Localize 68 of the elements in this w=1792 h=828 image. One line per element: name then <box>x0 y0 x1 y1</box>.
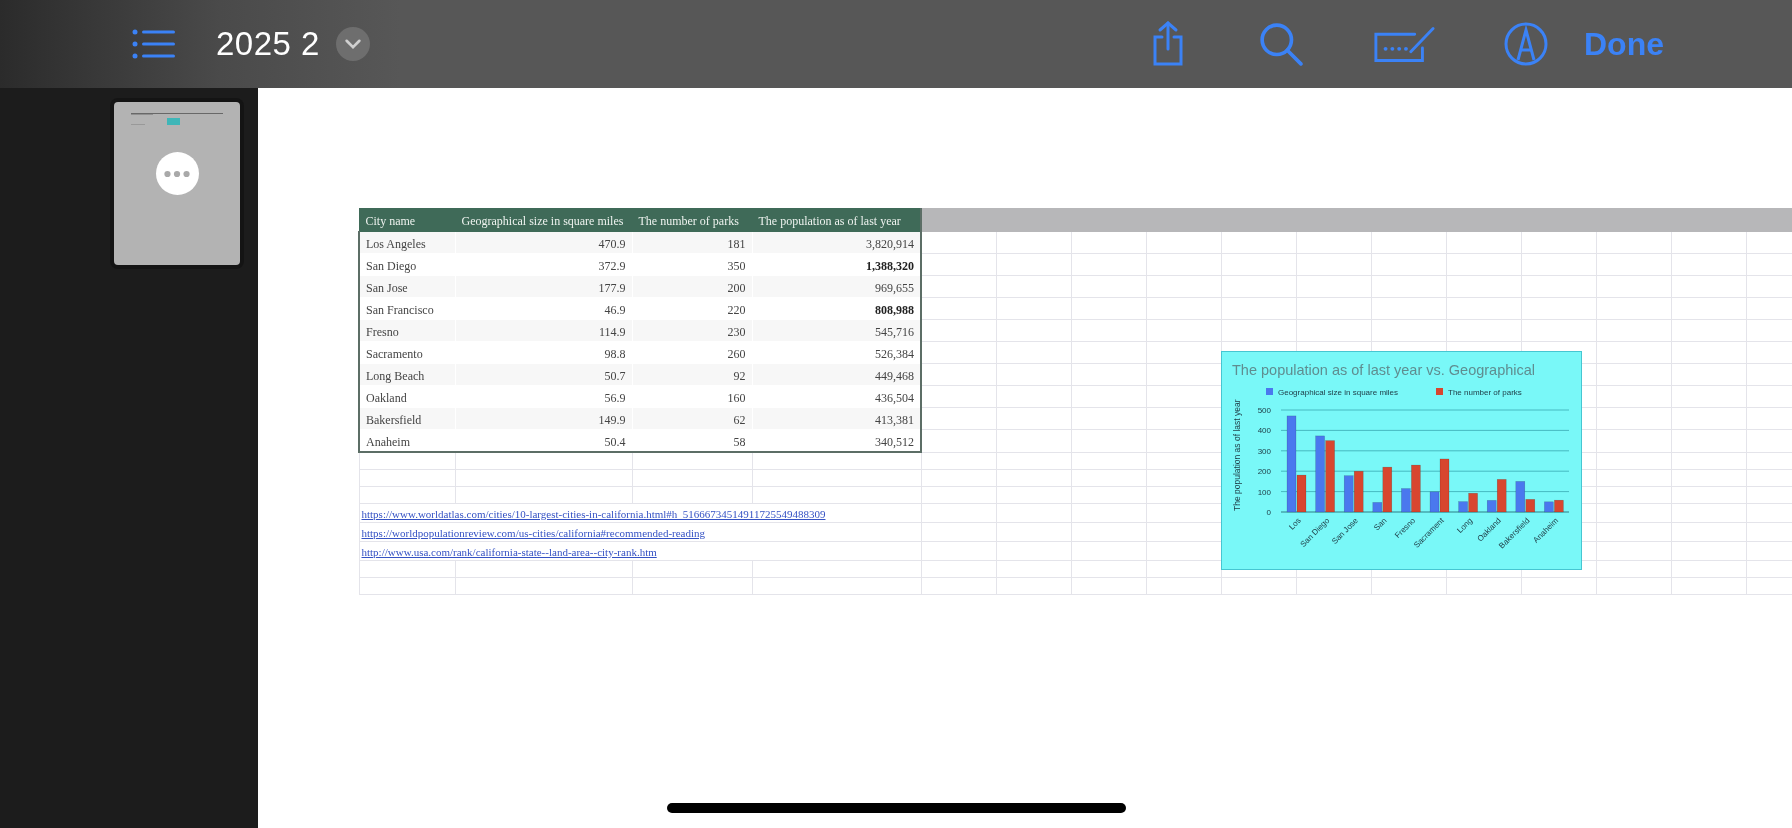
table-cell: 969,655 <box>875 280 914 295</box>
table-cell: 1,388,320 <box>866 258 914 273</box>
table-cell: 470.9 <box>598 236 626 251</box>
table-cell: 220 <box>727 302 746 317</box>
table-cell: 545,716 <box>875 324 914 339</box>
table-cell: 58 <box>733 434 746 449</box>
bar <box>1554 499 1564 513</box>
table-cell: 413,381 <box>875 412 914 427</box>
column-header: The number of parks <box>638 214 739 228</box>
table-cell: 449,468 <box>875 368 914 383</box>
category-label: San <box>1372 516 1389 533</box>
table-cell: 340,512 <box>875 434 914 449</box>
table-cell: San Francisco <box>366 302 434 317</box>
bar <box>1353 470 1364 513</box>
column-header: City name <box>365 214 416 228</box>
table-cell: San Diego <box>366 258 417 273</box>
table-cell: 50.7 <box>604 368 626 383</box>
more-icon <box>164 169 190 178</box>
legend-label: Geographical size in square miles <box>1278 388 1399 397</box>
table-cell: 177.9 <box>598 280 626 295</box>
table-cell: 160 <box>727 390 746 405</box>
column-header: The population as of last year <box>758 214 901 228</box>
table-cell: 260 <box>727 346 746 361</box>
table-cell: 62 <box>733 412 746 427</box>
table-cell: 149.9 <box>598 412 626 427</box>
table-cell: 372.9 <box>598 258 626 273</box>
axis-tick-label: 500 <box>1257 406 1271 415</box>
table-cell: Bakersfield <box>366 412 422 427</box>
table-cell: 114.9 <box>598 324 626 339</box>
list-icon[interactable] <box>132 29 176 59</box>
more-button[interactable] <box>155 152 199 195</box>
table-cell: 50.4 <box>604 434 626 449</box>
legend-label: The number of parks <box>1448 388 1522 397</box>
table-cell: 98.8 <box>604 346 626 361</box>
search-icon[interactable] <box>1259 22 1303 66</box>
column-header: Geographical size in square miles <box>461 214 624 228</box>
table-cell: 92 <box>733 368 746 383</box>
table-cell: 230 <box>727 324 746 339</box>
table-cell: 350 <box>727 258 746 273</box>
table-cell: Sacramento <box>366 346 423 361</box>
table-cell: 436,504 <box>875 390 914 405</box>
table-cell: Anaheim <box>366 434 410 449</box>
document-title: 2025 2 <box>216 25 320 63</box>
table-cell: 200 <box>727 280 746 295</box>
table-cell: San Jose <box>366 280 408 295</box>
axis-tick-label: 300 <box>1257 446 1271 456</box>
pen-tip-icon[interactable] <box>1504 22 1548 66</box>
table-cell: 526,384 <box>875 346 914 361</box>
category-label: Los <box>1287 516 1303 532</box>
bar <box>1343 475 1354 513</box>
axis-tick-label: 400 <box>1257 426 1271 436</box>
chart-title: The population as of last year vs. Geographical <box>1232 362 1536 378</box>
table-cell: 56.9 <box>604 390 626 405</box>
table-cell: Los Angeles <box>366 236 426 251</box>
axis-tick-label: 200 <box>1257 467 1271 477</box>
axis-tick-label: 0 <box>1266 508 1271 517</box>
table-cell: Fresno <box>366 324 399 339</box>
table-cell: Oakland <box>366 390 407 405</box>
chevron-down-button[interactable] <box>335 27 370 61</box>
table-cell: 808,988 <box>875 302 914 317</box>
bar <box>1544 501 1554 513</box>
table-cell: 181 <box>727 236 746 251</box>
table-cell: 46.9 <box>604 302 626 317</box>
axis-title: The population as of last year <box>1232 399 1242 511</box>
axis-tick-label: 100 <box>1257 487 1271 497</box>
table-cell: Long Beach <box>366 368 425 383</box>
table-cell: 3,820,914 <box>866 236 914 251</box>
keyboard-pen-icon[interactable] <box>1372 24 1436 64</box>
